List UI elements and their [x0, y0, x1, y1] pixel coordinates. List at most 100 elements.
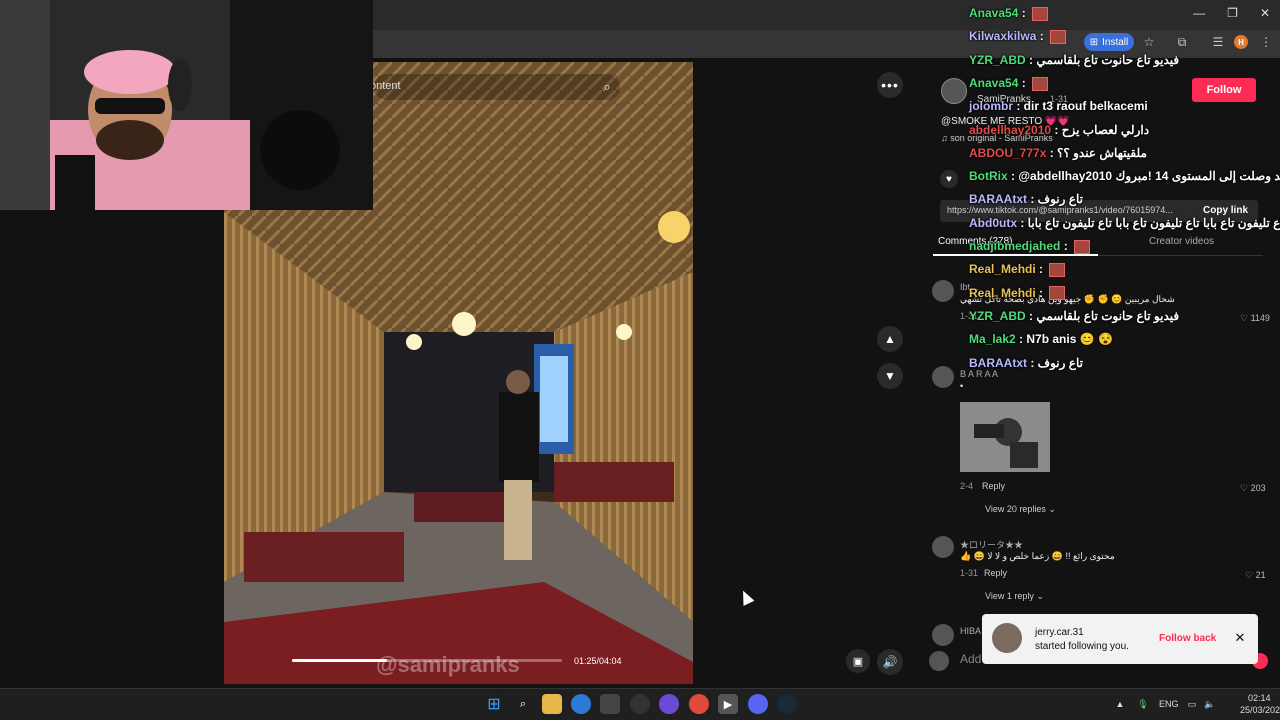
microphone-icon[interactable]: 🎙	[1137, 698, 1149, 710]
comment-like-count: 21	[1255, 570, 1266, 580]
comment-username[interactable]: HIBA	[960, 626, 981, 636]
heart-outline-icon: ♡	[1245, 570, 1256, 580]
chat-text: ملقيتهاش عندو ؟؟	[1057, 145, 1147, 160]
discord-icon[interactable]	[748, 694, 768, 714]
speaker-muted-icon[interactable]: 🔈	[1204, 698, 1216, 710]
chat-text: فيديو تاع حانوت تاع بلقاسمي	[1036, 308, 1180, 323]
chat-username: BARAAtxt	[969, 355, 1027, 370]
profile-avatar[interactable]: H	[1234, 35, 1248, 49]
comment-like[interactable]: ♡ 21	[1245, 570, 1266, 581]
webcam-frame	[0, 0, 373, 210]
volume-icon[interactable]: 🔊	[877, 649, 903, 675]
add-comment-input[interactable]: Add	[960, 652, 981, 666]
heart-icon[interactable]: ♥	[940, 170, 958, 188]
minimize-button[interactable]: —	[1193, 6, 1205, 20]
start-menu-icon[interactable]: ⊞	[484, 694, 504, 714]
close-icon[interactable]: ✕	[1232, 630, 1248, 646]
chat-text: دارلي لعصاب يزح	[1061, 122, 1150, 137]
reply-button[interactable]: Reply	[982, 481, 1005, 491]
chatgpt-icon[interactable]	[630, 694, 650, 714]
chat-text: تاع رنوف	[1037, 355, 1083, 370]
screen: — ❐ ✕ ⊞ Install ☆ ⧉ ☰ H ⋮ ontent ⌕ @sami…	[0, 0, 1280, 720]
chat-separator: :	[1060, 239, 1072, 253]
comment-image-art	[960, 402, 1050, 472]
view-replies-button[interactable]: View 1 reply ⌄	[985, 591, 1044, 602]
chat-message: BARAAtxt : تاع رنوف	[969, 356, 1083, 370]
clock-date[interactable]: 25/03/2026	[1240, 705, 1280, 715]
bookmark-star-icon[interactable]: ☆	[1141, 34, 1157, 50]
language-indicator[interactable]: ENG	[1159, 699, 1179, 709]
chat-message: YZR_ABD : فيديو تاع حانوت تاع بلقاسمي	[969, 53, 1179, 67]
comment-avatar[interactable]	[932, 280, 954, 302]
steam-icon[interactable]	[777, 694, 797, 714]
chat-emote-icon	[1032, 76, 1049, 91]
network-icon[interactable]: ▭	[1186, 698, 1198, 710]
video-watermark: @samipranks	[376, 652, 520, 677]
comment-username[interactable]: B A R A A	[960, 369, 998, 379]
extensions-icon[interactable]: ⧉	[1174, 34, 1190, 50]
clock-time[interactable]: 02:14	[1248, 693, 1271, 703]
comment-avatar[interactable]	[932, 624, 954, 646]
chat-username: YZR_ABD	[969, 52, 1026, 67]
chat-emote-icon	[1049, 286, 1066, 301]
chat-separator: :	[1015, 332, 1027, 347]
comment-username[interactable]: ★ロリータ★★	[960, 538, 1023, 551]
store-icon[interactable]	[600, 694, 620, 714]
chat-username: Real_Mehdi	[969, 262, 1036, 277]
chat-username: nadjibmedjahed	[969, 239, 1061, 253]
follower-avatar[interactable]	[992, 623, 1022, 653]
comment-text: 👍 😄 محتوى رائع !! 😄 زعما خلص و لا لا	[960, 551, 1115, 561]
edge-browser-icon[interactable]	[571, 694, 591, 714]
more-options-button[interactable]: •••	[877, 72, 903, 98]
search-box[interactable]	[374, 74, 620, 100]
browser-menu-icon[interactable]: ⋮	[1258, 34, 1274, 50]
chat-separator: :	[1035, 285, 1047, 300]
install-app-button[interactable]: ⊞ Install	[1084, 33, 1134, 51]
follow-back-button[interactable]: Follow back	[1159, 633, 1216, 644]
search-icon[interactable]: ⌕	[598, 78, 616, 96]
search-placeholder: ontent	[370, 80, 401, 92]
chat-username: Anava54	[969, 75, 1019, 90]
media-player-icon[interactable]: ▶	[718, 694, 738, 714]
close-window-button[interactable]: ✕	[1260, 6, 1270, 20]
notification-message: started following you.	[1035, 641, 1129, 652]
previous-video-button[interactable]: ▲	[877, 326, 903, 352]
chat-username: jolombr	[969, 99, 1013, 114]
view-replies-label: View 20 replies	[985, 504, 1046, 514]
comment-avatar[interactable]	[932, 366, 954, 388]
view-replies-button[interactable]: View 20 replies ⌄	[985, 504, 1056, 515]
picture-in-picture-icon[interactable]: ▣	[846, 649, 870, 673]
follow-button[interactable]: Follow	[1192, 78, 1256, 102]
app-icon[interactable]	[659, 694, 679, 714]
restore-button[interactable]: ❐	[1227, 6, 1238, 20]
comment-image[interactable]	[960, 402, 1050, 472]
copy-link-button[interactable]: Copy link	[1203, 205, 1248, 216]
next-video-button[interactable]: ▼	[877, 363, 903, 389]
follower-name[interactable]: jerry.car.31	[1035, 627, 1084, 638]
media-controls-icon[interactable]: ☰	[1210, 34, 1226, 50]
chat-username: Ma_lak2	[969, 332, 1016, 347]
file-explorer-icon[interactable]	[542, 694, 562, 714]
chat-separator: :	[1027, 192, 1038, 207]
chat-separator: :	[1013, 99, 1024, 114]
comment-avatar[interactable]	[932, 536, 954, 558]
chat-separator: :	[1051, 122, 1062, 137]
chat-username: abdellhay2010	[969, 122, 1052, 137]
chat-message: nadjibmedjahed :	[969, 239, 1091, 254]
search-taskbar-icon[interactable]: ⌕	[513, 694, 533, 714]
chat-separator: :	[1025, 308, 1037, 323]
webcam-overlay	[0, 0, 373, 210]
chat-text: فيديو تاع حانوت تاع بلقاسمي	[1036, 52, 1180, 67]
author-avatar[interactable]	[941, 78, 967, 104]
chat-separator: :	[1018, 75, 1030, 90]
chat-message: Real_Mehdi :	[969, 285, 1066, 301]
chrome-icon[interactable]	[689, 694, 709, 714]
tab-creator-videos[interactable]: Creator videos	[1149, 236, 1214, 247]
my-avatar	[929, 651, 949, 671]
comment-like[interactable]: ♡ 1149	[1240, 313, 1270, 324]
chat-separator: :	[1018, 6, 1030, 20]
tray-chevron-icon[interactable]: ▲	[1114, 698, 1126, 710]
comment-like[interactable]: ♡ 203	[1240, 483, 1266, 494]
reply-button[interactable]: Reply	[984, 568, 1007, 578]
progress-bar[interactable]	[292, 659, 562, 662]
